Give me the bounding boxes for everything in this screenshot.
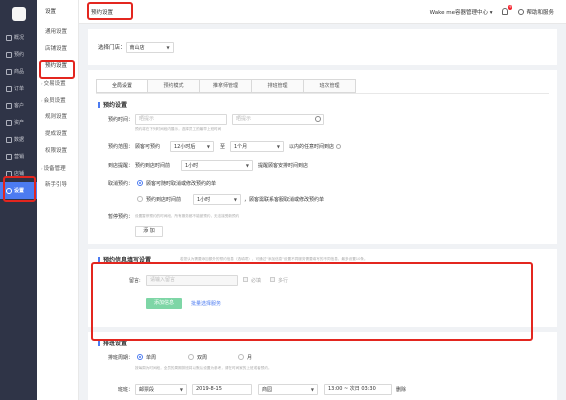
cancel-select[interactable]: 1小时 ▼	[193, 194, 241, 205]
submenu-item-permission[interactable]: 权限设置	[37, 143, 78, 160]
store-select[interactable]: 南山店 ▼	[125, 41, 174, 53]
pause-hint: 设置暂停预约的时间段，所有服务都不能被预约，无法接受新预约	[135, 214, 240, 218]
range-to-select[interactable]: 1个月 ▼	[230, 141, 284, 152]
app-logo	[0, 0, 37, 27]
caret-down-icon: ▼	[276, 144, 280, 149]
clock-icon	[315, 116, 321, 122]
submenu-item-commission[interactable]: 提成设置	[37, 126, 78, 143]
caret-down-icon: ▼	[245, 163, 249, 168]
booking-time-label: 预约时间：	[107, 117, 133, 123]
pause-label: 暂停预约：	[107, 214, 133, 220]
store-selector-bar: 选择门店： 南山店 ▼	[88, 29, 557, 65]
cancel-before-radio[interactable]	[137, 196, 143, 202]
cancel-opt2-prefix: 预约到店时间前	[146, 197, 182, 203]
shift-store-select[interactable]: 商园 ▼	[258, 384, 318, 395]
caret-down-icon: ▼	[179, 387, 183, 392]
cancel-anytime-radio[interactable]	[137, 180, 143, 186]
submenu-item-rules[interactable]: 规则设置	[37, 109, 78, 126]
submenu-item-guide[interactable]: 新手引导	[37, 177, 78, 194]
cycle-month-radio[interactable]	[238, 354, 244, 360]
help-link[interactable]: 帮助和服务	[518, 8, 554, 16]
settings-tabs: 全局设置 预约模式 推拿师管理 排班管理 班次管理	[96, 79, 356, 93]
cancel-opt2-suffix: ，顾客需联系客服取消或修改预约单	[244, 197, 325, 203]
remind-suffix: 提醒顾客安排时间到店	[258, 163, 309, 169]
cycle-week-radio[interactable]	[137, 354, 143, 360]
cycle-biweek-radio[interactable]	[188, 354, 194, 360]
nav-item-orders[interactable]: 订单	[0, 80, 37, 97]
range-prefix: 顾客可预约	[135, 144, 161, 150]
highlight-nav-settings	[3, 176, 36, 202]
top-header: 预约设置 Wake me容器管理中心 ▾ 9 帮助和服务	[79, 0, 566, 24]
remind-label: 到店提醒：	[107, 163, 133, 169]
submenu-item-store[interactable]: 店铺设置	[37, 41, 78, 58]
dashboard-icon	[6, 34, 12, 41]
goods-icon	[6, 68, 12, 75]
settings-card: 全局设置 预约模式 推拿师管理 排班管理 班次管理 预约设置 预约时间： 晒提示…	[88, 70, 557, 400]
data-icon	[6, 136, 12, 143]
booking-time-hint: 预约将在下列时间段内展示，选择员工的最早上班时间	[135, 127, 222, 131]
order-icon	[6, 85, 12, 92]
cycle-opt1: 单周	[146, 355, 157, 361]
content-area: 选择门店： 南山店 ▼ 全局设置 预约模式 推拿师管理 排班管理 班次管理 预约设…	[79, 24, 566, 400]
caret-down-icon: ▼	[233, 197, 237, 202]
highlight-submenu-booking	[39, 60, 75, 79]
asset-icon	[6, 119, 12, 126]
notification-badge: 9	[508, 5, 513, 10]
tab-mode[interactable]: 预约模式	[148, 79, 200, 93]
range-from-select[interactable]: 12小时后 ▼	[170, 141, 214, 152]
caret-down-icon: ▼	[166, 44, 170, 50]
remind-select[interactable]: 1小时 ▼	[181, 160, 253, 171]
range-to-word: 至	[220, 144, 226, 150]
booking-range-label: 预约范围：	[107, 144, 133, 150]
shift-row-label: 班班：	[117, 387, 133, 393]
nav-item-data[interactable]: 数据	[0, 131, 37, 148]
shift-type-select[interactable]: 邮票段 ▼	[135, 384, 187, 395]
cycle-hint: 按每周为时间段，全员的周期排班将以默认设置为参考，请在时间家的上班或者预约。	[135, 366, 272, 370]
highlight-info-section	[91, 262, 533, 341]
caret-down-icon: ▼	[310, 387, 314, 392]
submenu-item-member[interactable]: ›会员设置	[37, 92, 78, 109]
cycle-label: 排班周期：	[107, 355, 133, 361]
add-pause-button[interactable]: 添 加	[135, 226, 163, 237]
calendar-icon	[6, 51, 12, 58]
nav-item-overview[interactable]: 概况	[0, 29, 37, 46]
help-icon	[518, 9, 525, 15]
time-end-input[interactable]: 晒提示	[232, 114, 324, 125]
time-start-input[interactable]: 晒提示	[135, 114, 227, 125]
chevron-right-icon: ›	[41, 98, 43, 103]
nav-item-goods[interactable]: 商品	[0, 63, 37, 80]
tab-global[interactable]: 全局设置	[96, 79, 148, 93]
customer-icon	[6, 102, 12, 109]
nav-item-customers[interactable]: 客户	[0, 97, 37, 114]
remind-prefix: 预约到店时间前	[135, 163, 171, 169]
nav-item-marketing[interactable]: 营销	[0, 148, 37, 165]
shift-date-input[interactable]: 2019-8-15	[192, 384, 252, 395]
cycle-opt2: 双周	[197, 355, 208, 361]
tab-shift[interactable]: 班次管理	[304, 79, 356, 93]
nav-item-booking[interactable]: 预约	[0, 46, 37, 63]
range-suffix: 以内的任意时间到店	[289, 143, 342, 150]
caret-down-icon: ▼	[206, 144, 210, 149]
highlight-page-title	[87, 2, 133, 20]
shift-time-input[interactable]: 13:00 ~ 次日 03:30	[324, 384, 392, 395]
submenu-title: 设置	[45, 9, 57, 15]
cancel-label: 取消预约：	[107, 181, 133, 187]
chevron-right-icon: ›	[41, 166, 43, 171]
section-title-booking: 预约设置	[98, 100, 127, 109]
store-label: 选择门店：	[98, 45, 126, 51]
submenu-item-general[interactable]: 通用设置	[37, 24, 78, 41]
tab-schedule[interactable]: 排班管理	[252, 79, 304, 93]
tab-therapist[interactable]: 推拿师管理	[200, 79, 252, 93]
shift-delete-link[interactable]: 删除	[396, 386, 406, 393]
question-icon	[336, 144, 342, 149]
bell-icon[interactable]: 9	[502, 5, 513, 15]
cancel-opt1-text: 顾客可随时取消或修改预约的单	[146, 181, 217, 187]
marketing-icon	[6, 153, 12, 160]
nav-item-assets[interactable]: 资产	[0, 114, 37, 131]
cycle-opt3: 月	[247, 355, 253, 361]
org-switcher[interactable]: Wake me容器管理中心 ▾	[430, 8, 493, 16]
chevron-right-icon: ›	[41, 81, 43, 86]
submenu-item-device[interactable]: ›设备管理	[37, 160, 78, 177]
